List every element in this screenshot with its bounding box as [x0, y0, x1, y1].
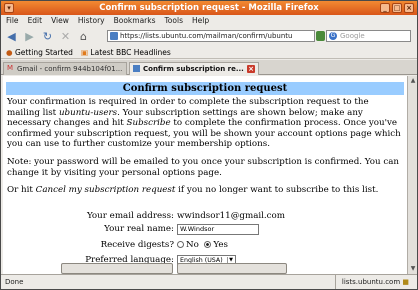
menu-view[interactable]: View	[51, 15, 69, 27]
subscribe-button[interactable]	[177, 263, 287, 274]
scroll-down-icon[interactable]: ▼	[409, 265, 417, 273]
menu-file[interactable]: File	[6, 15, 19, 27]
tab-strip: M Gmail - confirm 944b104f01... Confirm …	[1, 60, 417, 75]
digest-no-label: No	[186, 240, 199, 250]
cancel-subscription-button[interactable]	[61, 263, 173, 274]
close-tab-icon[interactable]: ×	[247, 65, 255, 73]
firefox-window: ▾ Confirm subscription request - Mozilla…	[0, 0, 418, 290]
status-domain: lists.ubuntu.com ■	[334, 275, 409, 289]
real-name-label: Your real name:	[104, 224, 174, 234]
firefox-icon: ●	[6, 48, 13, 57]
reload-icon[interactable]: ↻	[40, 29, 55, 44]
bookmark-getting-started[interactable]: ● Getting Started	[6, 46, 73, 58]
menu-help[interactable]: Help	[192, 15, 209, 27]
menu-tools[interactable]: Tools	[165, 15, 183, 27]
tab-gmail[interactable]: M Gmail - confirm 944b104f01...	[3, 62, 127, 75]
status-text: Done	[5, 278, 24, 286]
tab-confirm-subscription[interactable]: Confirm subscription re... ×	[129, 62, 259, 75]
menu-bar: File Edit View History Bookmarks Tools H…	[1, 15, 417, 27]
tab-label: Confirm subscription re...	[143, 65, 244, 73]
real-name-input[interactable]: W.Windsor	[177, 224, 259, 235]
digest-options: No Yes	[177, 240, 228, 251]
url-field[interactable]: https://lists.ubuntu.com/mailman/confirm…	[107, 30, 315, 42]
close-window-button[interactable]: ×	[404, 3, 414, 13]
scroll-up-icon[interactable]: ▲	[409, 77, 417, 85]
title-bar: ▾ Confirm subscription request - Mozilla…	[1, 1, 417, 15]
forward-icon[interactable]: ▶	[22, 29, 37, 44]
page-heading: Confirm subscription request	[6, 82, 404, 95]
cancel-note: Or hit Cancel my subscription request if…	[7, 185, 379, 196]
google-icon: G	[329, 32, 337, 40]
minimize-button[interactable]: _	[380, 3, 390, 13]
menu-edit[interactable]: Edit	[28, 15, 43, 27]
bookmarks-toolbar: ● Getting Started ▣ Latest BBC Headlines	[1, 46, 417, 59]
maximize-button[interactable]: □	[392, 3, 402, 13]
search-placeholder: Google	[340, 32, 365, 40]
url-text: https://lists.ubuntu.com/mailman/confirm…	[120, 32, 293, 40]
stop-icon[interactable]: ✕	[58, 29, 73, 44]
search-input[interactable]: G Google	[326, 30, 411, 42]
rss-icon: ▣	[80, 48, 89, 57]
digest-label: Receive digests?	[100, 240, 174, 250]
site-favicon-icon	[110, 32, 118, 40]
digest-no-radio[interactable]	[177, 241, 184, 248]
window-title: Confirm subscription request - Mozilla F…	[99, 3, 319, 13]
menu-bookmarks[interactable]: Bookmarks	[114, 15, 156, 27]
menu-history[interactable]: History	[78, 15, 105, 27]
home-icon[interactable]: ⌂	[76, 29, 91, 44]
digest-yes-label: Yes	[213, 240, 228, 250]
status-bar: Done lists.ubuntu.com ■	[1, 274, 417, 289]
page-content: Confirm subscription request Your confir…	[3, 76, 407, 274]
page-icon	[133, 65, 140, 72]
back-icon[interactable]: ◀	[4, 29, 19, 44]
tab-label: Gmail - confirm 944b104f01...	[17, 65, 123, 73]
window-menu-button[interactable]: ▾	[4, 3, 14, 13]
go-icon[interactable]	[316, 31, 325, 41]
lock-icon: ■	[402, 278, 409, 286]
password-note: Note: your password will be emailed to y…	[7, 156, 399, 178]
digest-yes-radio[interactable]	[204, 241, 212, 248]
bookmark-label: Latest BBC Headlines	[90, 48, 171, 57]
vertical-scrollbar[interactable]: ▲ ▼	[407, 76, 417, 274]
bookmark-bbc-headlines[interactable]: ▣ Latest BBC Headlines	[81, 46, 171, 58]
gmail-icon: M	[7, 64, 14, 72]
email-value: wwindsor11@gmail.com	[177, 211, 286, 221]
intro-paragraph: Your confirmation is required in order t…	[7, 97, 401, 150]
bookmark-label: Getting Started	[14, 48, 73, 57]
email-label: Your email address:	[86, 211, 174, 221]
